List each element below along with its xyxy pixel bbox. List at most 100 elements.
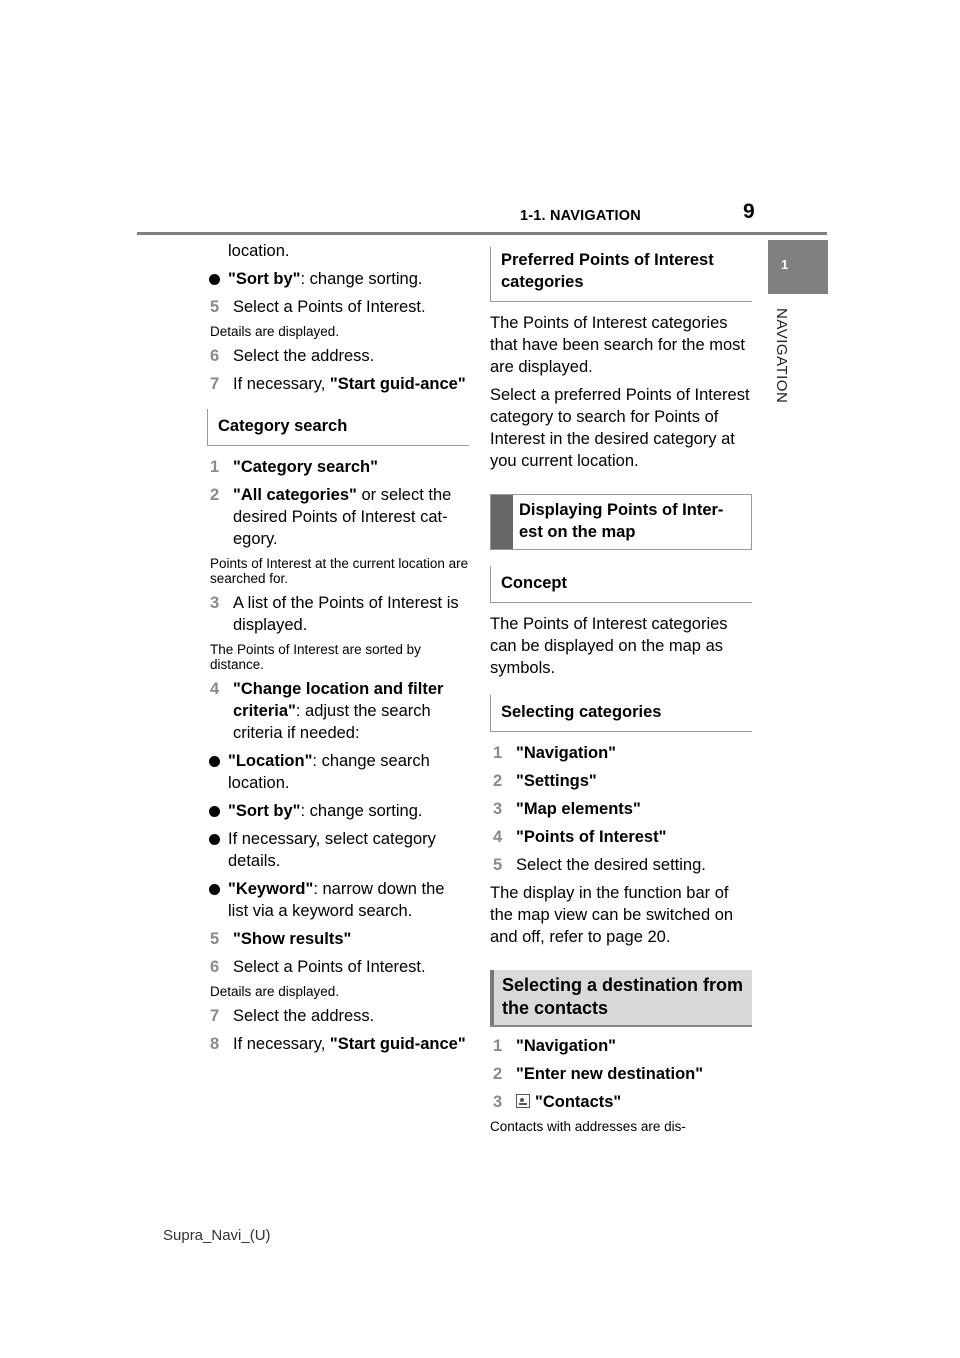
step-text: If necessary, xyxy=(233,1035,330,1053)
step-number: 5 xyxy=(493,856,503,874)
step-bold: "Navigation" xyxy=(516,744,616,762)
step-number: 1 xyxy=(493,1037,503,1055)
step-number: 6 xyxy=(210,958,220,976)
left-column: location. "Sort by": change sorting. 5 S… xyxy=(207,240,469,1061)
step-item: 1 "Category search" xyxy=(207,456,469,478)
step-bold: "Map elements" xyxy=(516,800,641,818)
step-item: 8 If necessary, "Start guid-ance" xyxy=(207,1033,469,1055)
step-text: Select the address. xyxy=(233,347,375,365)
section-heading-selecting-categories: Selecting categories xyxy=(490,695,752,732)
bullet-icon xyxy=(209,884,220,895)
step-bold: "All categories" xyxy=(233,486,357,504)
step-item: 6 Select a Points of Interest. xyxy=(207,956,469,978)
step-item: 4 "Change location and filter criteria":… xyxy=(207,678,469,744)
step-number: 5 xyxy=(210,930,220,948)
chapter-tab: 1 xyxy=(768,240,828,294)
step-number: 3 xyxy=(210,594,220,612)
step-number: 2 xyxy=(493,1065,503,1083)
bullet-icon xyxy=(209,756,220,767)
bullet-icon xyxy=(209,274,220,285)
chapter-number: 1 xyxy=(781,257,789,272)
step-item: 1 "Navigation" xyxy=(490,1035,752,1057)
step-bold: "Settings" xyxy=(516,772,597,790)
header-divider xyxy=(137,232,827,235)
chapter-label: NAVIGATION xyxy=(773,308,790,404)
note-text: Points of Interest at the current locati… xyxy=(210,556,469,586)
step-item: 5 Select a Points of Interest. xyxy=(207,296,469,318)
paragraph: The Points of Interest categories can be… xyxy=(490,615,728,677)
step-item: 2 "Settings" xyxy=(490,770,752,792)
step-number: 4 xyxy=(210,680,220,698)
heading-accent-bar xyxy=(491,495,513,549)
section-heading-displaying-poi: Displaying Points of Inter-est on the ma… xyxy=(490,494,752,550)
bullet-item: "Keyword": narrow down the list via a ke… xyxy=(207,878,469,922)
section-heading-contacts: Selecting a destination from the contact… xyxy=(490,970,752,1027)
bullet-text: If necessary, select category details. xyxy=(228,830,436,870)
bullet-item: If necessary, select category details. xyxy=(207,828,469,872)
step-item: 3 A list of the Points of Interest is di… xyxy=(207,592,469,636)
note-text: Details are displayed. xyxy=(210,324,340,339)
note-text: The Points of Interest are sorted by dis… xyxy=(210,642,421,672)
step-number: 7 xyxy=(210,375,220,393)
bullet-icon xyxy=(209,834,220,845)
step-number: 5 xyxy=(210,298,220,316)
section-heading-preferred-poi: Preferred Points of Interest categories xyxy=(490,247,752,302)
bullet-item: "Location": change search location. xyxy=(207,750,469,794)
bullet-text: : change sorting. xyxy=(300,270,423,288)
bullet-item: "Sort by": change sorting. xyxy=(207,800,469,822)
step-text: Select the address. xyxy=(233,1007,375,1025)
note-text: Details are displayed. xyxy=(210,984,340,999)
continuation-text: location. xyxy=(228,242,290,260)
step-number: 3 xyxy=(493,800,503,818)
step-item: 1 "Navigation" xyxy=(490,742,752,764)
step-text: Select the desired setting. xyxy=(516,856,706,874)
chapter-label-container: NAVIGATION xyxy=(773,308,791,428)
step-text: Select a Points of Interest. xyxy=(233,958,426,976)
bullet-icon xyxy=(209,806,220,817)
bullet-item: "Sort by": change sorting. xyxy=(207,268,469,290)
heading-text: Displaying Points of Inter-est on the ma… xyxy=(519,501,724,541)
step-item: 5 Select the desired setting. xyxy=(490,854,752,876)
step-item: 6 Select the address. xyxy=(207,345,469,367)
step-text: A list of the Points of Interest is disp… xyxy=(233,594,459,634)
step-number: 7 xyxy=(210,1007,220,1025)
step-item: 3 "Map elements" xyxy=(490,798,752,820)
section-title: 1-1. NAVIGATION xyxy=(520,208,641,224)
step-item: 2 "All categories" or select the desired… xyxy=(207,484,469,550)
heading-accent-bar xyxy=(490,970,494,1025)
right-column: Preferred Points of Interest categories … xyxy=(490,247,752,1140)
step-number: 4 xyxy=(493,828,503,846)
paragraph: Select a preferred Points of Interest ca… xyxy=(490,386,750,470)
step-number: 2 xyxy=(493,772,503,790)
step-item: 7 Select the address. xyxy=(207,1005,469,1027)
step-item: 5 "Show results" xyxy=(207,928,469,950)
step-number: 2 xyxy=(210,486,220,504)
bullet-bold: "Location" xyxy=(228,752,313,770)
step-bold: "Start guid-ance" xyxy=(329,375,466,393)
step-number: 3 xyxy=(493,1093,503,1111)
step-text: If necessary, xyxy=(233,375,330,393)
step-item: 4 "Points of Interest" xyxy=(490,826,752,848)
step-number: 1 xyxy=(493,744,503,762)
section-heading-concept: Concept xyxy=(490,566,752,603)
step-bold: "Start guid-ance" xyxy=(329,1035,466,1053)
step-item: 3 "Contacts" xyxy=(490,1091,752,1113)
bullet-bold: "Sort by" xyxy=(228,270,301,288)
bullet-text: : change sorting. xyxy=(300,802,423,820)
step-bold: "Contacts" xyxy=(535,1093,622,1111)
bullet-bold: "Keyword" xyxy=(228,880,314,898)
step-text: Select a Points of Interest. xyxy=(233,298,426,316)
step-number: 8 xyxy=(210,1035,220,1053)
page-number: 9 xyxy=(743,200,755,223)
step-item: 7 If necessary, "Start guid-ance" xyxy=(207,373,469,395)
step-bold: "Navigation" xyxy=(516,1037,616,1055)
document-id: Supra_Navi_(U) xyxy=(163,1227,271,1244)
bullet-bold: "Sort by" xyxy=(228,802,301,820)
paragraph: The display in the function bar of the m… xyxy=(490,884,734,946)
step-item: 2 "Enter new destination" xyxy=(490,1063,752,1085)
paragraph: The Points of Interest categories that h… xyxy=(490,314,745,376)
step-number: 1 xyxy=(210,458,220,476)
heading-text: Selecting a destination from the contact… xyxy=(502,975,744,1018)
note-text: Contacts with addresses are dis- xyxy=(490,1119,686,1134)
step-number: 6 xyxy=(210,347,220,365)
